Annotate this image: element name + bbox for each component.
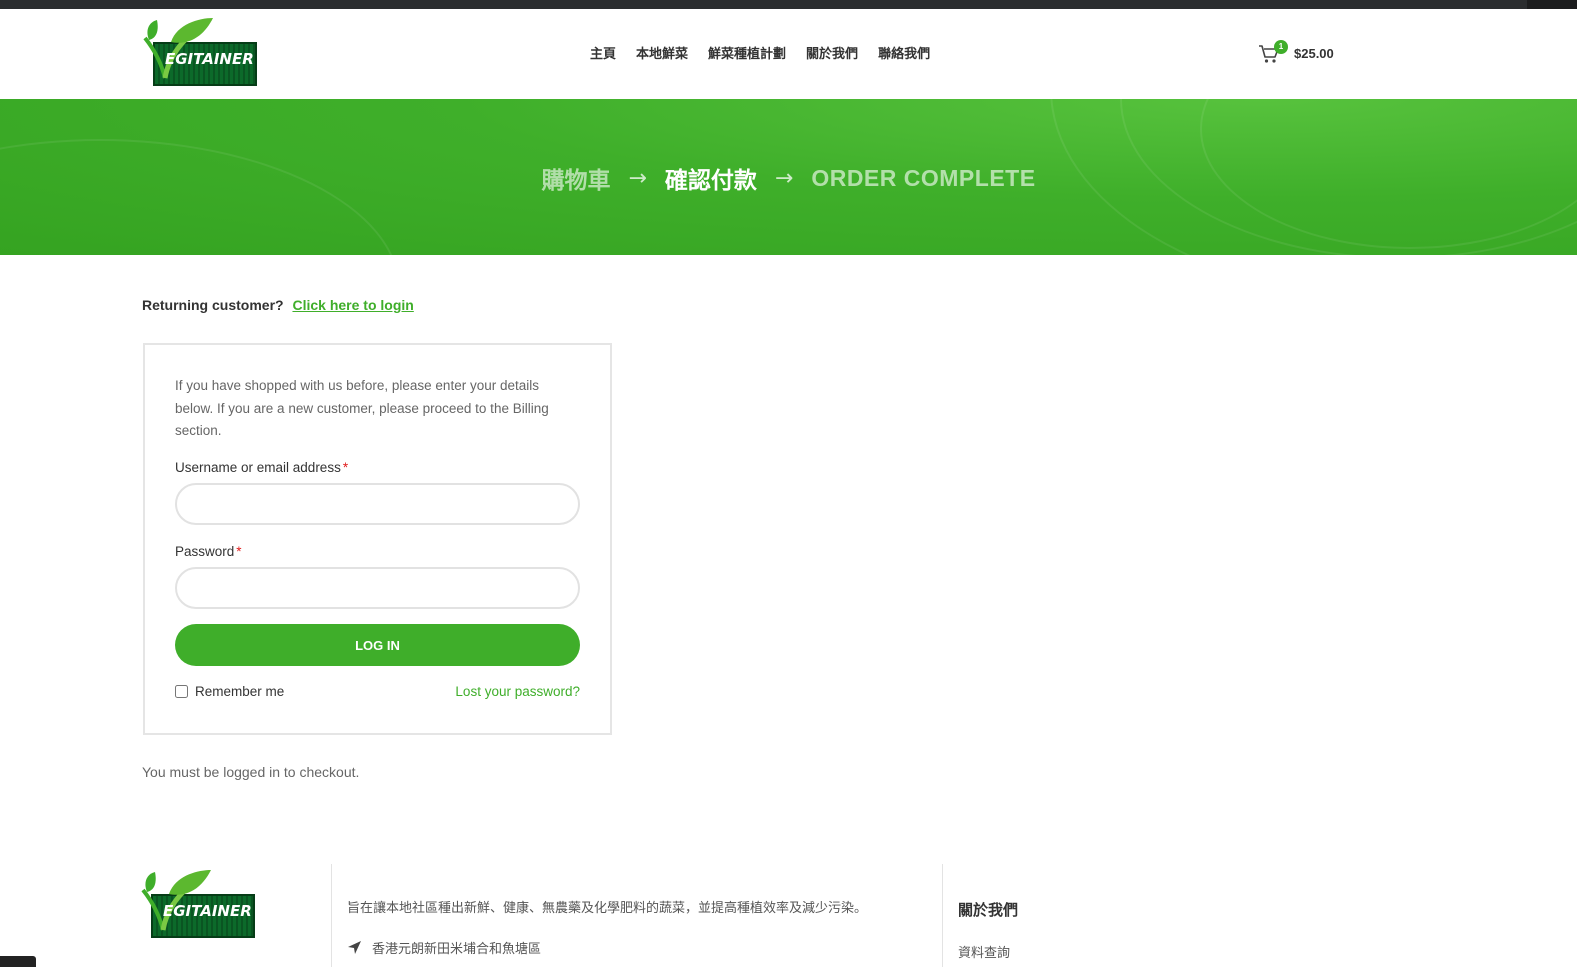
returning-customer-label: Returning customer? [142, 297, 284, 313]
returning-customer-notice: Returning customer? Click here to login [142, 297, 414, 313]
step-arrow-1: → [628, 165, 647, 191]
site-logo[interactable]: EGITAINER [143, 16, 263, 90]
password-input[interactable] [175, 567, 580, 609]
nav-item-local-vegetables[interactable]: 本地鮮菜 [636, 43, 688, 62]
step-checkout: 確認付款 [664, 168, 757, 194]
password-label-text: Password [175, 544, 235, 559]
nav-item-contact[interactable]: 聯絡我們 [878, 43, 930, 62]
password-label: Password * [175, 544, 242, 559]
cart-widget[interactable]: 1 $25.00 [1258, 40, 1358, 66]
login-intro-text: If you have shopped with us before, plea… [175, 378, 549, 438]
footer-logo-text: EGITAINER [163, 902, 252, 920]
footer-link-enquiry[interactable]: 資料查詢 [958, 942, 1010, 961]
corner-tab [0, 956, 36, 967]
location-arrow-icon [348, 941, 361, 954]
site-header: EGITAINER 主頁 本地鮮菜 鮮菜種植計劃 關於我們 聯絡我們 1 $25… [0, 9, 1577, 99]
logo-text: EGITAINER [165, 50, 254, 68]
nav-item-home[interactable]: 主頁 [590, 43, 616, 62]
footer-divider [942, 864, 943, 967]
username-label: Username or email address * [175, 460, 348, 475]
footer-address-text: 香港元朗新田米埔合和魚塘區 [372, 942, 542, 957]
show-login-link[interactable]: Click here to login [292, 297, 413, 313]
step-order-complete: ORDER COMPLETE [811, 164, 1036, 191]
lost-password-link[interactable]: Lost your password? [455, 684, 580, 699]
footer-about-title: 關於我們 [958, 901, 1019, 919]
checkout-steps: 購物車 → 確認付款 → ORDER COMPLETE [0, 161, 1577, 195]
cart-count-badge: 1 [1274, 40, 1288, 54]
browser-top-strip [0, 0, 1577, 9]
required-mark: * [342, 460, 349, 475]
nav-item-about[interactable]: 關於我們 [806, 43, 858, 62]
cart-total: $25.00 [1294, 46, 1334, 61]
step-arrow-2: → [774, 165, 794, 191]
nav-item-planting-plan[interactable]: 鮮菜種植計劃 [708, 43, 786, 62]
remember-me-label: Remember me [195, 684, 285, 699]
username-label-text: Username or email address [175, 460, 341, 475]
login-button[interactable]: LOG IN [175, 624, 580, 666]
remember-me-checkbox[interactable] [175, 685, 188, 698]
username-input[interactable] [175, 483, 580, 525]
main-nav: 主頁 本地鮮菜 鮮菜種植計劃 關於我們 聯絡我們 [590, 43, 930, 62]
footer-divider [331, 864, 332, 967]
footer-description: 旨在讓本地社區種出新鮮、健康、無農藥及化學肥料的蔬菜，並提高種植效率及減少污染。 [347, 901, 868, 916]
required-mark: * [236, 544, 242, 559]
remember-me[interactable]: Remember me [175, 684, 284, 699]
login-form: If you have shopped with us before, plea… [143, 343, 612, 735]
must-login-notice: You must be logged in to checkout. [142, 764, 360, 780]
footer-address: 香港元朗新田米埔合和魚塘區 [347, 938, 541, 957]
footer-logo[interactable]: EGITAINER [141, 868, 261, 942]
step-cart[interactable]: 購物車 [541, 161, 610, 195]
checkout-steps-banner: 購物車 → 確認付款 → ORDER COMPLETE [0, 99, 1577, 255]
